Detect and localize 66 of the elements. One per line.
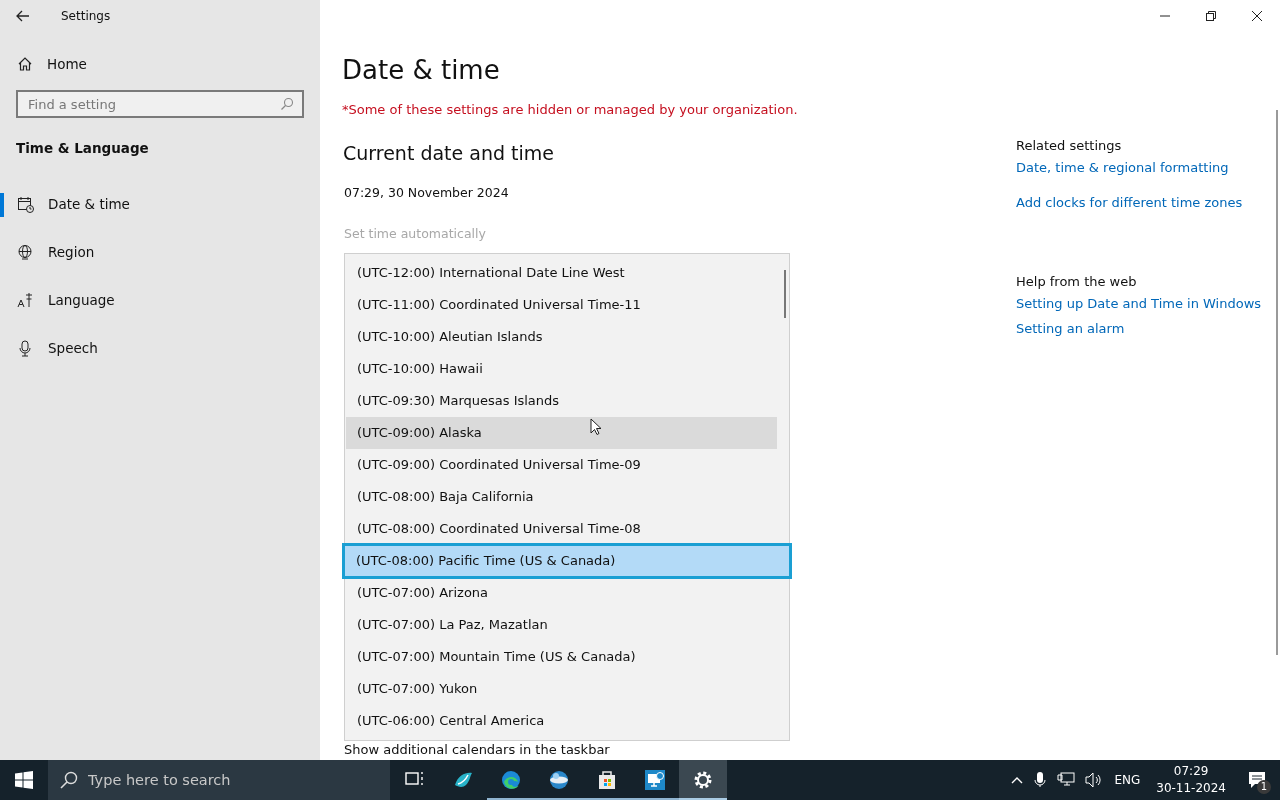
timezone-option[interactable]: (UTC-12:00) International Date Line West	[346, 257, 777, 289]
scrollbar-thumb[interactable]	[784, 270, 786, 318]
timezone-option[interactable]: (UTC-08:00) Pacific Time (US & Canada)	[344, 545, 790, 577]
monitor-icon	[644, 769, 666, 791]
link[interactable]: Setting up Date and Time in Windows	[1016, 296, 1262, 311]
windows-logo-icon	[15, 771, 33, 789]
chevron-up-icon	[1011, 776, 1024, 784]
link[interactable]: Date, time & regional formatting	[1016, 160, 1262, 175]
language-indicator[interactable]: ENG	[1106, 760, 1149, 800]
search-input[interactable]: Find a setting	[28, 92, 280, 116]
timezone-option[interactable]: (UTC-11:00) Coordinated Universal Time-11	[346, 289, 777, 321]
timezone-option[interactable]: (UTC-08:00) Coordinated Universal Time-08	[346, 513, 777, 545]
notification-count-badge: 1	[1257, 780, 1271, 794]
clock-button[interactable]: 07:29 30-11-2024	[1148, 760, 1234, 800]
setting-label: Show additional calendars in the taskbar	[344, 742, 611, 757]
sidebar-item[interactable]: Date & time	[0, 180, 320, 228]
current-date-time: 07:29, 30 November 2024	[344, 185, 510, 200]
policy-notice: *Some of these settings are hidden or managed by your organization.	[342, 102, 799, 117]
link[interactable]: Add clocks for different time zones	[1016, 195, 1262, 210]
microphone-icon	[17, 339, 34, 357]
network-monitor-icon	[1057, 771, 1076, 789]
microphone-icon	[1033, 771, 1048, 789]
search-icon	[280, 97, 294, 111]
timezone-option[interactable]: (UTC-07:00) Arizona	[346, 577, 777, 609]
globe-icon	[548, 769, 570, 791]
timezone-option[interactable]: (UTC-10:00) Aleutian Islands	[346, 321, 777, 353]
setting-label: Set time automatically	[344, 226, 487, 241]
house-icon	[17, 56, 33, 72]
section-heading: Related settings	[1016, 138, 1123, 153]
calendar-clock-icon	[17, 195, 34, 213]
restore-icon	[1206, 11, 1216, 21]
timezone-option[interactable]: (UTC-07:00) Mountain Time (US & Canada)	[346, 641, 777, 673]
section-heading: Help from the web	[1016, 274, 1138, 289]
back-arrow-icon	[16, 10, 30, 22]
section-heading: Time & Language	[15, 140, 150, 156]
timezone-option[interactable]: (UTC-07:00) Yukon	[346, 673, 777, 705]
scrollbar-thumb[interactable]	[1276, 110, 1278, 655]
speaker-icon	[1085, 771, 1102, 789]
timezone-option[interactable]: (UTC-09:00) Alaska	[346, 417, 777, 449]
search-icon	[60, 771, 78, 789]
page-title: Date & time	[342, 55, 501, 87]
timezone-option[interactable]: (UTC-08:00) Baja California	[346, 481, 777, 513]
sidebar-item[interactable]: Region	[0, 228, 320, 276]
sidebar-item[interactable]: Speech	[0, 324, 320, 372]
browser-wave-icon	[500, 769, 522, 791]
shopping-bag-icon	[596, 769, 618, 791]
clock-date: 30-11-2024	[1156, 780, 1226, 797]
link[interactable]: Setting an alarm	[1016, 321, 1262, 336]
notification-center-button[interactable]: 1	[1234, 760, 1280, 800]
timezone-option[interactable]: (UTC-10:00) Hawaii	[346, 353, 777, 385]
home-link[interactable]: Home	[0, 41, 320, 87]
language-characters-icon	[17, 291, 34, 309]
globe-icon	[17, 243, 34, 261]
timezone-option[interactable]: (UTC-07:00) La Paz, Mazatlan	[346, 609, 777, 641]
sidebar-item[interactable]: Language	[0, 276, 320, 324]
taskbar-app-button[interactable]	[679, 760, 727, 800]
timezone-option[interactable]: (UTC-09:00) Coordinated Universal Time-09	[346, 449, 777, 481]
timezone-option[interactable]: (UTC-06:00) Central America	[346, 705, 777, 737]
window-title: Settings	[61, 9, 111, 23]
search-field[interactable]: Find a setting	[16, 90, 304, 118]
timezone-option[interactable]: (UTC-09:30) Marquesas Islands	[346, 385, 777, 417]
mouse-pointer-icon	[590, 418, 602, 436]
settings-icon	[692, 769, 714, 791]
close-icon	[1252, 11, 1262, 21]
clock-time: 07:29	[1173, 763, 1209, 780]
section-heading: Current date and time	[343, 142, 555, 164]
